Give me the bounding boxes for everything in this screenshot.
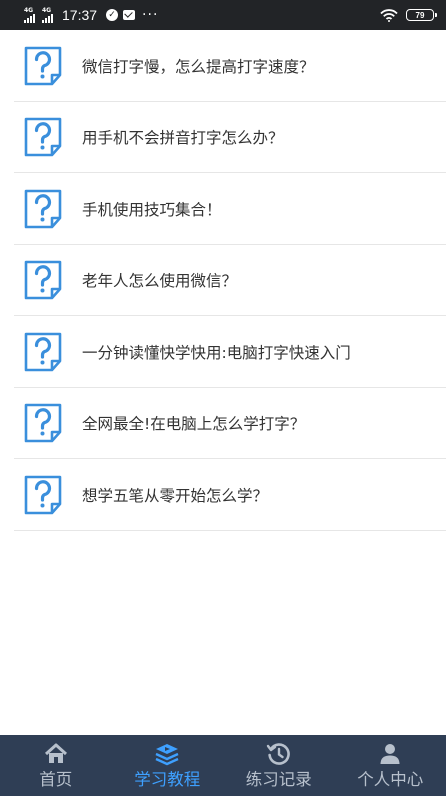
list-item-label: 全网最全!在电脑上怎么学打字？ (82, 415, 306, 434)
history-icon (266, 742, 290, 765)
mail-notification-icon (123, 10, 136, 20)
list-item[interactable]: 想学五笔从零开始怎么学？ (0, 459, 446, 531)
battery-level: 79 (415, 10, 425, 20)
person-icon (380, 743, 400, 764)
list-item-label: 手机使用技巧集合！ (82, 200, 222, 219)
tab-home[interactable]: 首页 (0, 735, 112, 796)
tab-profile[interactable]: 个人中心 (335, 735, 446, 796)
list-item[interactable]: 用手机不会拼音打字怎么办？ (0, 102, 446, 174)
more-notifications-icon: ··· (142, 7, 159, 23)
tab-practice-records[interactable]: 练习记录 (223, 735, 335, 796)
list-item-label: 用手机不会拼音打字怎么办？ (82, 129, 284, 148)
tab-tutorials[interactable]: 学习教程 (112, 735, 224, 796)
question-document-icon (24, 46, 62, 86)
list-item[interactable]: 全网最全!在电脑上怎么学打字？ (0, 388, 446, 460)
question-document-icon (24, 260, 62, 300)
list-item-label: 老年人怎么使用微信？ (82, 272, 238, 291)
question-document-icon (24, 189, 62, 229)
question-document-icon (24, 475, 62, 515)
list-item[interactable]: 手机使用技巧集合！ (0, 173, 446, 245)
tab-home-label: 首页 (39, 769, 73, 789)
tab-practice-records-label: 练习记录 (245, 769, 312, 789)
list-item-label: 一分钟读懂快学快用:电脑打字快速入门 (82, 343, 351, 362)
wifi-icon (380, 8, 398, 22)
tab-tutorials-label: 学习教程 (134, 769, 201, 789)
list-item[interactable]: 微信打字慢，怎么提高打字速度？ (0, 30, 446, 102)
home-icon (44, 743, 67, 763)
list-item[interactable]: 一分钟读懂快学快用:电脑打字快速入门 (0, 316, 446, 388)
question-document-icon (24, 117, 62, 157)
tab-profile-label: 个人中心 (357, 769, 424, 789)
question-document-icon (24, 332, 62, 372)
check-notification-icon: ✓ (106, 9, 119, 21)
status-time: 17:37 (62, 7, 98, 23)
list-item-label: 想学五笔从零开始怎么学？ (82, 486, 269, 505)
battery-icon: 79 (406, 9, 437, 21)
status-bar: 4G 4G 17:37 ✓ ··· 79 (0, 0, 446, 30)
bottom-tab-bar: 首页 学习教程 练习记录 个人中心 (0, 735, 446, 796)
cellular-signal-icon-2: 4G (42, 7, 53, 23)
list-item-label: 微信打字慢，怎么提高打字速度？ (82, 57, 315, 76)
question-list: 微信打字慢，怎么提高打字速度？ 用手机不会拼音打字怎么办？ 手机使用技巧集合！ … (0, 30, 446, 531)
cellular-signal-icon: 4G (24, 7, 35, 23)
list-item[interactable]: 老年人怎么使用微信？ (0, 245, 446, 317)
play-layers-icon (155, 743, 179, 765)
question-document-icon (24, 403, 62, 443)
